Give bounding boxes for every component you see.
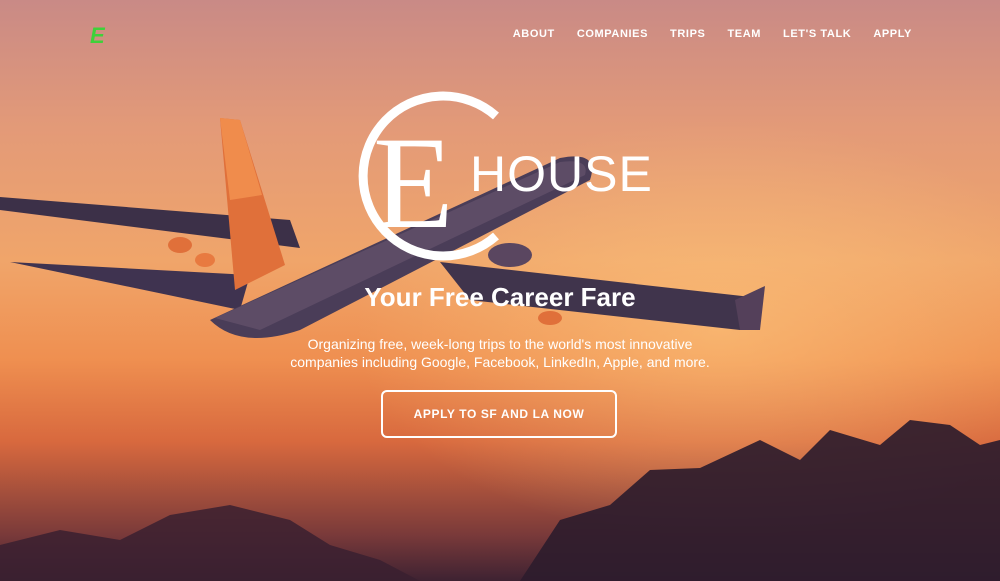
nav-team[interactable]: TEAM bbox=[727, 28, 761, 40]
hero-description: Organizing free, week-long trips to the … bbox=[0, 335, 1000, 371]
description-line-1: Organizing free, week-long trips to the … bbox=[307, 336, 693, 352]
storm-cloud bbox=[520, 420, 1000, 581]
nav-trips[interactable]: TRIPS bbox=[670, 28, 705, 40]
logo-letter: E bbox=[90, 23, 106, 48]
apply-cta-button[interactable]: APPLY TO SF AND LA NOW bbox=[381, 390, 617, 438]
low-cloud bbox=[0, 505, 420, 581]
description-line-2: companies including Google, Facebook, Li… bbox=[290, 354, 710, 370]
nav-lets-talk[interactable]: LET'S TALK bbox=[783, 28, 851, 40]
brand-word: HOUSE bbox=[470, 146, 653, 202]
hero-section: E ABOUT COMPANIES TRIPS TEAM LET'S TALK … bbox=[0, 0, 1000, 581]
hero-tagline: Your Free Career Fare bbox=[364, 282, 636, 312]
nav-apply[interactable]: APPLY bbox=[873, 28, 912, 40]
nav-about[interactable]: ABOUT bbox=[513, 28, 555, 40]
nav-companies[interactable]: COMPANIES bbox=[577, 28, 648, 40]
logo-e-letter: E bbox=[373, 109, 454, 256]
site-logo-icon[interactable]: E bbox=[89, 22, 107, 48]
main-nav: ABOUT COMPANIES TRIPS TEAM LET'S TALK AP… bbox=[513, 28, 912, 40]
